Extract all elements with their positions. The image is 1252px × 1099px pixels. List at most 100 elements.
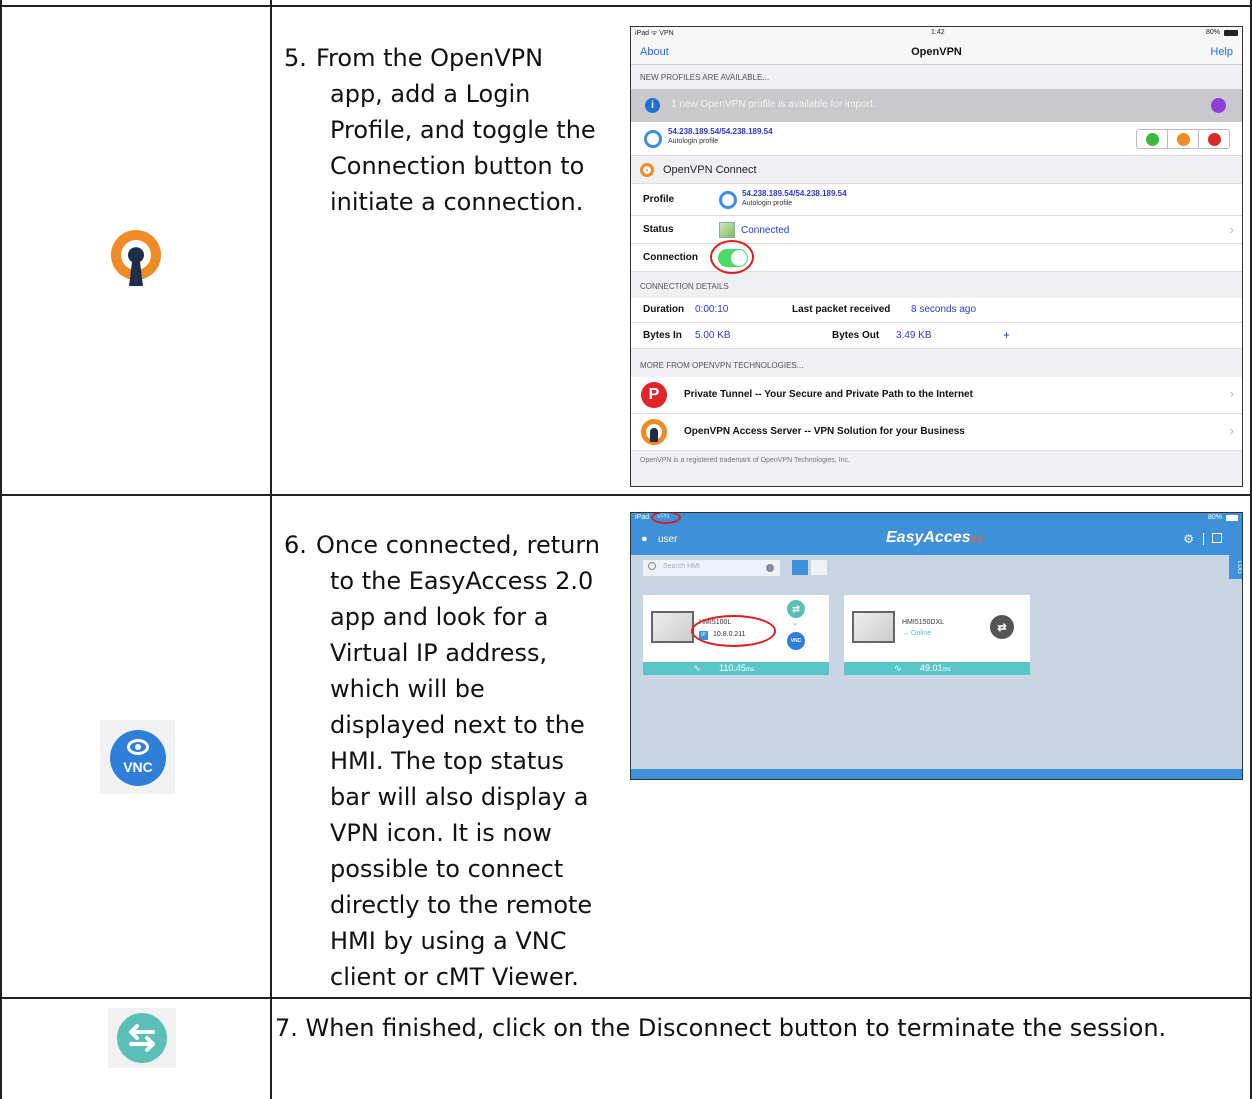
profile-row[interactable]: Profile 54.238.189.54/54.238.189.54 Auto…: [631, 184, 1242, 216]
easyaccess-app-screenshot: iPad VPN 80% ● user EasyAcces2.0 ⚙ Searc…: [630, 512, 1243, 780]
step-5-text: 5. From the OpenVPN app, add a Login Prof…: [284, 44, 596, 216]
import-action-icon[interactable]: [1211, 98, 1226, 113]
connect-button[interactable]: ⇄: [990, 615, 1014, 639]
log-tab[interactable]: LOG: [1229, 555, 1242, 579]
connection-row: Connection: [631, 240, 1242, 274]
chevron-right-icon: ›: [1229, 423, 1234, 438]
import-message: 1 new OpenVPN profile is available for i…: [671, 99, 876, 110]
hmi-screen-icon: [651, 611, 694, 643]
bytes-row: Bytes In 5.00 KB Bytes Out 3.49 KB +: [631, 323, 1242, 349]
private-tunnel-row[interactable]: P Private Tunnel -- Your Secure and Priv…: [631, 377, 1242, 414]
hmi-2-name: HMI5150DXL: [902, 619, 945, 626]
ios-status-bar: iPad ᯤ VPN 1:42 80%: [631, 27, 1242, 39]
table-border-left: [0, 0, 2, 1099]
chevron-right-icon: ›: [1229, 386, 1234, 401]
toggle-highlight-circle: [710, 240, 754, 274]
disconnect-button[interactable]: ⇄: [787, 600, 805, 618]
ea-status-carrier: iPad: [635, 514, 650, 521]
signal-icon: ∿: [894, 663, 902, 673]
list-view-button[interactable]: [811, 560, 827, 575]
table-border-right: [1250, 0, 1252, 1099]
hmi-2-latency: 49.01ms: [920, 663, 951, 673]
help-link[interactable]: Help: [1210, 46, 1233, 58]
connect-header-label: OpenVPN Connect: [663, 164, 757, 176]
table-row-divider: [0, 997, 1252, 999]
table-row-divider: [0, 494, 1252, 496]
hmi-1-latency-bar: ∿ 110.45ms: [643, 662, 829, 675]
table-border-top: [0, 5, 1252, 7]
battery-icon: [1226, 515, 1238, 521]
settings-gear-icon[interactable]: ⚙: [1183, 532, 1194, 546]
easyaccess-footer-bar: [631, 769, 1242, 779]
import-banner[interactable]: i 1 new OpenVPN profile is available for…: [631, 89, 1242, 122]
duration-value: 0:00:10: [695, 304, 729, 315]
vnc-icon: VNC: [100, 720, 175, 794]
clear-search-icon[interactable]: [766, 564, 774, 572]
access-server-label: OpenVPN Access Server -- VPN Solution fo…: [684, 426, 965, 437]
grid-view-button[interactable]: [792, 560, 808, 575]
bytes-in-value: 5.00 KB: [695, 330, 731, 341]
access-server-row[interactable]: OpenVPN Access Server -- VPN Solution fo…: [631, 414, 1242, 451]
add-profile-button[interactable]: [1137, 130, 1168, 148]
nav-title: OpenVPN: [911, 46, 962, 58]
profile-value: 54.238.189.54/54.238.189.54: [742, 189, 847, 198]
disconnect-arrows-icon: [108, 1008, 176, 1068]
vnc-icon-label: VNC: [123, 759, 153, 775]
private-tunnel-logo-icon: P: [641, 382, 667, 408]
status-label: Status: [643, 224, 674, 235]
connection-details-header: CONNECTION DETAILS: [640, 282, 729, 291]
hmi-card-2[interactable]: HMI5150DXL ↔ Online ⇄ ∿ 49.01ms: [844, 595, 1030, 675]
openvpn-connect-header: OpenVPN Connect: [631, 156, 1242, 184]
hmi-2-latency-bar: ∿ 49.01ms: [844, 662, 1030, 675]
easyaccess-header: iPad VPN 80% ● user EasyAcces2.0 ⚙: [631, 513, 1242, 555]
step-6-text: 6. Once connected, return to the EasyAcce…: [284, 531, 601, 991]
app-title: EasyAcces2.0: [886, 529, 984, 546]
chevron-right-icon: ›: [1229, 222, 1234, 237]
ip-highlight-circle: [691, 615, 776, 647]
search-placeholder: Search HMI: [663, 563, 700, 570]
import-profile-sub: Autologin profile: [668, 138, 719, 145]
duration-row: Duration 0:00:10 Last packet received 8 …: [631, 298, 1242, 323]
import-profile-row: 54.238.189.54/54.238.189.54 Autologin pr…: [631, 122, 1242, 156]
hmi-1-latency: 110.45ms: [719, 663, 754, 673]
status-row[interactable]: Status Connected ›: [631, 216, 1242, 244]
openvpn-footer: OpenVPN is a registered trademark of Ope…: [640, 457, 850, 464]
search-input[interactable]: Search HMI: [643, 560, 780, 576]
expand-details-button[interactable]: +: [1003, 328, 1010, 342]
import-profile-name: 54.238.189.54/54.238.189.54: [668, 127, 773, 136]
bytes-out-value: 3.49 KB: [896, 330, 932, 341]
last-packet-label: Last packet received: [792, 304, 891, 315]
instruction-table: 5. From the OpenVPN app, add a Login Prof…: [0, 0, 1252, 1099]
step-7-text: 7. When finished, click on the Disconnec…: [275, 1014, 1167, 1042]
hmi-screen-icon: [852, 611, 895, 643]
user-label[interactable]: user: [658, 534, 677, 545]
more-from-header: MORE FROM OPENVPN TECHNOLOGIES...: [640, 361, 804, 370]
hmi-card-1[interactable]: HMI5100L IP 10.8.0.211 ⇄ ⌄ VNC ∿ 110.45m…: [643, 595, 829, 675]
bytes-out-label: Bytes Out: [832, 330, 880, 341]
table-column-divider: [270, 0, 272, 1099]
import-actions: [1136, 129, 1230, 149]
logout-icon[interactable]: [1212, 533, 1222, 543]
delete-profile-button[interactable]: [1199, 130, 1229, 148]
duration-label: Duration: [643, 304, 685, 315]
status-time: 1:42: [931, 29, 945, 36]
minus-profile-button[interactable]: [1168, 130, 1199, 148]
signal-icon: ∿: [693, 663, 701, 673]
profile-icon: [719, 191, 737, 209]
connection-label: Connection: [643, 252, 698, 263]
status-battery-text: 80%: [1205, 29, 1220, 36]
openvpn-app-screenshot: iPad ᯤ VPN 1:42 80% About OpenVPN Help N…: [630, 26, 1243, 487]
header-divider: [1203, 533, 1204, 545]
connected-chart-icon: [719, 222, 735, 238]
ea-status-battery-text: 80%: [1207, 514, 1222, 521]
autologin-profile-icon: [644, 130, 662, 148]
private-tunnel-label: Private Tunnel -- Your Secure and Privat…: [684, 389, 973, 400]
access-logo-keyhole: [650, 428, 658, 442]
search-icon: [648, 562, 656, 570]
openvpn-logo-icon: [107, 228, 165, 286]
openvpn-nav-bar: About OpenVPN Help: [631, 39, 1242, 65]
status-carrier: iPad ᯤ VPN: [635, 30, 674, 37]
vpn-highlight-circle: [651, 513, 681, 524]
last-packet-value: 8 seconds ago: [911, 304, 977, 315]
vnc-launch-button[interactable]: VNC: [787, 632, 805, 650]
